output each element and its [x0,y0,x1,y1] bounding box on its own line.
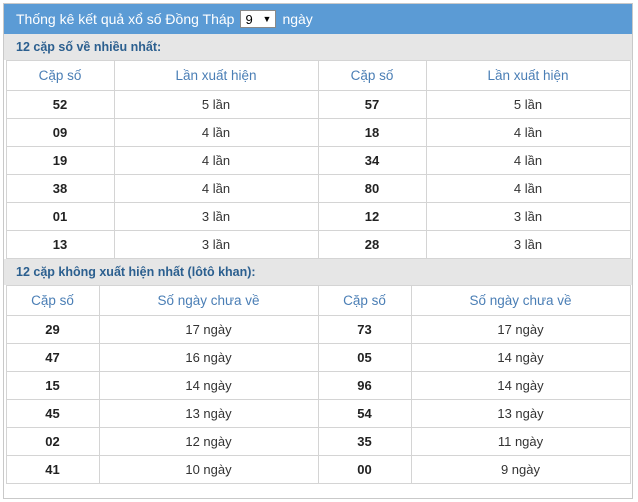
count-cell: 16 ngày [98,343,319,372]
count-cell: 10 ngày [98,455,319,484]
pair-number-cell: 19 [5,146,115,175]
header-title: Thống kê kết quả xổ số Đồng Tháp [16,11,235,27]
column-header: Cặp số [317,285,412,316]
pair-number-cell: 02 [5,427,100,456]
pair-number-cell: 00 [317,455,412,484]
count-cell: 4 lần [113,146,319,175]
pair-number-cell: 96 [317,371,412,400]
table-row: 45 13 ngày 54 13 ngày [5,399,631,428]
caret-down-icon: ▼ [262,14,272,24]
pair-number-cell: 01 [5,202,115,231]
count-cell: 9 ngày [410,455,631,484]
count-cell: 11 ngày [410,427,631,456]
pair-number-cell: 41 [5,455,100,484]
count-cell: 17 ngày [98,315,319,344]
count-cell: 14 ngày [410,371,631,400]
lottery-stats-panel: Thống kê kết quả xổ số Đồng Tháp 9 ▼ ngà… [3,3,633,499]
section-most-frequent-title: 12 cặp số về nhiều nhất: [4,34,632,60]
count-cell: 12 ngày [98,427,319,456]
count-cell: 4 lần [425,146,631,175]
table-row: 01 3 lần 12 3 lần [5,202,631,231]
count-cell: 4 lần [113,174,319,203]
pair-number-cell: 34 [317,146,427,175]
table-row: 29 17 ngày 73 17 ngày [5,315,631,344]
table-row: 13 3 lần 28 3 lần [5,230,631,259]
section-absent-title: 12 cặp không xuất hiện nhất (lôtô khan): [4,259,632,285]
count-cell: 5 lần [113,90,319,119]
pair-number-cell: 28 [317,230,427,259]
column-header: Lần xuất hiện [113,60,319,91]
pair-number-cell: 38 [5,174,115,203]
days-select-value: 9 [245,11,253,27]
pair-number-cell: 09 [5,118,115,147]
pair-number-cell: 35 [317,427,412,456]
pair-number-cell: 05 [317,343,412,372]
column-header: Số ngày chưa về [98,285,319,316]
pair-number-cell: 73 [317,315,412,344]
pair-number-cell: 80 [317,174,427,203]
table-row: 47 16 ngày 05 14 ngày [5,343,631,372]
count-cell: 5 lần [425,90,631,119]
pair-number-cell: 47 [5,343,100,372]
count-cell: 17 ngày [410,315,631,344]
column-header: Lần xuất hiện [425,60,631,91]
count-cell: 4 lần [425,118,631,147]
pair-number-cell: 52 [5,90,115,119]
count-cell: 3 lần [113,202,319,231]
count-cell: 13 ngày [98,399,319,428]
count-cell: 4 lần [113,118,319,147]
table-row: 09 4 lần 18 4 lần [5,118,631,147]
count-cell: 4 lần [425,174,631,203]
pair-number-cell: 54 [317,399,412,428]
count-cell: 3 lần [425,202,631,231]
count-cell: 3 lần [113,230,319,259]
absent-pairs-table: Cặp số Số ngày chưa về Cặp số Số ngày chưa … [5,285,631,484]
most-frequent-table: Cặp số Lần xuất hiện Cặp số Lần xuất hiện 5… [5,60,631,259]
column-header: Số ngày chưa về [410,285,631,316]
pair-number-cell: 13 [5,230,115,259]
pair-number-cell: 29 [5,315,100,344]
pair-number-cell: 12 [317,202,427,231]
column-header: Cặp số [317,60,427,91]
pair-number-cell: 45 [5,399,100,428]
header-bar: Thống kê kết quả xổ số Đồng Tháp 9 ▼ ngà… [4,4,632,34]
days-select[interactable]: 9 ▼ [240,10,277,28]
table-row: 19 4 lần 34 4 lần [5,146,631,175]
column-header: Cặp số [5,285,100,316]
pair-number-cell: 15 [5,371,100,400]
count-cell: 14 ngày [98,371,319,400]
pair-number-cell: 18 [317,118,427,147]
column-header: Cặp số [5,60,115,91]
table-row: 41 10 ngày 00 9 ngày [5,455,631,484]
table-row: 15 14 ngày 96 14 ngày [5,371,631,400]
header-suffix: ngày [282,11,313,27]
pair-number-cell: 57 [317,90,427,119]
count-cell: 14 ngày [410,343,631,372]
table-row: 52 5 lần 57 5 lần [5,90,631,119]
table-row: 38 4 lần 80 4 lần [5,174,631,203]
table-row: 02 12 ngày 35 11 ngày [5,427,631,456]
count-cell: 3 lần [425,230,631,259]
count-cell: 13 ngày [410,399,631,428]
